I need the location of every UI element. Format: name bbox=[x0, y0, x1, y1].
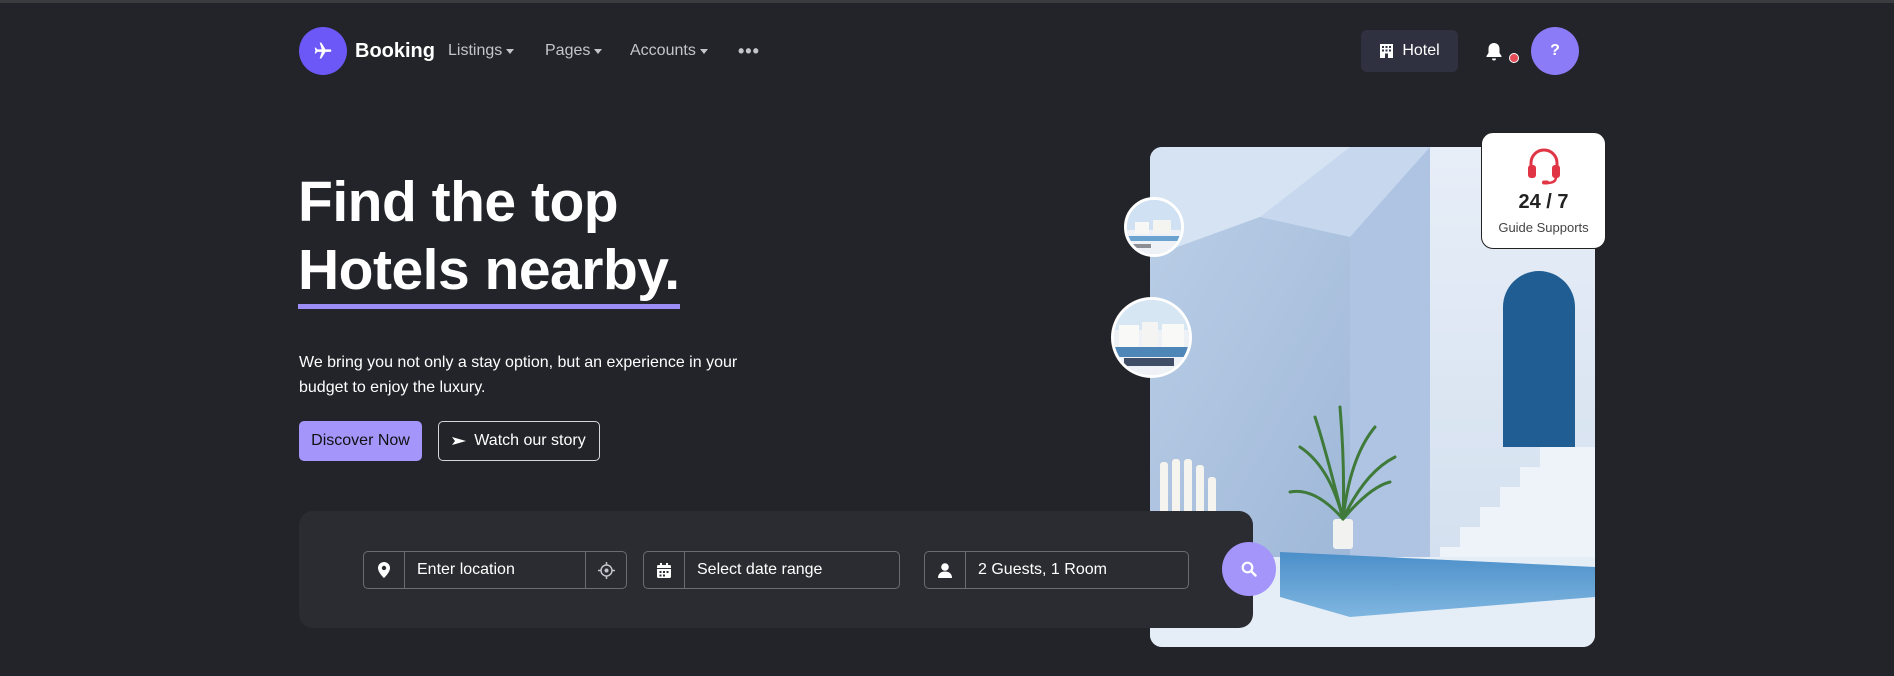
discover-now-button[interactable]: Discover Now bbox=[299, 421, 422, 461]
location-field[interactable]: Enter location bbox=[363, 551, 627, 589]
guests-field[interactable]: 2 Guests, 1 Room bbox=[924, 551, 1189, 589]
calendar-icon bbox=[644, 552, 685, 588]
hero-description: We bring you not only a stay option, but… bbox=[299, 354, 738, 396]
plane-icon bbox=[299, 27, 347, 75]
headset-icon bbox=[1527, 148, 1560, 185]
avatar-initial: ? bbox=[1550, 42, 1560, 59]
caret-down-icon bbox=[506, 48, 515, 54]
brand-name: Booking bbox=[355, 39, 435, 62]
caret-down-icon bbox=[699, 48, 708, 54]
nav-listings[interactable]: Listings bbox=[448, 26, 515, 76]
bell-icon[interactable] bbox=[1484, 41, 1504, 63]
user-icon bbox=[925, 552, 966, 588]
hotel-button-label: Hotel bbox=[1402, 42, 1440, 59]
support-hours: 24 / 7 bbox=[1518, 191, 1569, 213]
gallery-thumbnail[interactable] bbox=[1124, 197, 1184, 257]
hero-title-line2: Hotels nearby. bbox=[298, 236, 680, 309]
nav-pages[interactable]: Pages bbox=[545, 26, 603, 76]
support-label: Guide Supports bbox=[1498, 220, 1589, 235]
hero-title: Find the top Hotels nearby. bbox=[298, 168, 680, 309]
search-icon bbox=[1241, 561, 1257, 577]
watch-story-label: Watch our story bbox=[474, 432, 586, 449]
date-range-input[interactable]: Select date range bbox=[685, 552, 899, 588]
support-card: 24 / 7 Guide Supports bbox=[1481, 132, 1606, 249]
navbar: Booking Listings Pages Accounts ••• Hote… bbox=[0, 26, 1894, 76]
search-button[interactable] bbox=[1222, 542, 1276, 596]
building-icon bbox=[1380, 44, 1394, 58]
discover-now-label: Discover Now bbox=[311, 432, 410, 449]
watch-story-button[interactable]: Watch our story bbox=[438, 421, 600, 461]
notification-dot bbox=[1509, 53, 1519, 63]
play-icon bbox=[452, 437, 467, 445]
nav-pages-label: Pages bbox=[545, 42, 591, 59]
more-dots-icon: ••• bbox=[738, 40, 760, 61]
window-top-border bbox=[0, 0, 1894, 3]
crosshair-icon[interactable] bbox=[585, 552, 626, 588]
nav-accounts-label: Accounts bbox=[630, 42, 696, 59]
avatar[interactable]: ? bbox=[1531, 27, 1579, 75]
gallery-thumbnail[interactable] bbox=[1111, 297, 1192, 378]
map-pin-icon bbox=[364, 552, 405, 588]
guests-input[interactable]: 2 Guests, 1 Room bbox=[966, 552, 1188, 588]
more-menu[interactable]: ••• bbox=[738, 26, 760, 76]
nav-listings-label: Listings bbox=[448, 42, 503, 59]
hotel-button[interactable]: Hotel bbox=[1361, 30, 1458, 72]
date-range-field[interactable]: Select date range bbox=[643, 551, 900, 589]
location-input[interactable]: Enter location bbox=[405, 552, 585, 588]
hero-title-line1: Find the top bbox=[298, 170, 619, 234]
caret-down-icon bbox=[594, 48, 603, 54]
brand-logo[interactable]: Booking bbox=[299, 26, 435, 76]
nav-accounts[interactable]: Accounts bbox=[630, 26, 708, 76]
